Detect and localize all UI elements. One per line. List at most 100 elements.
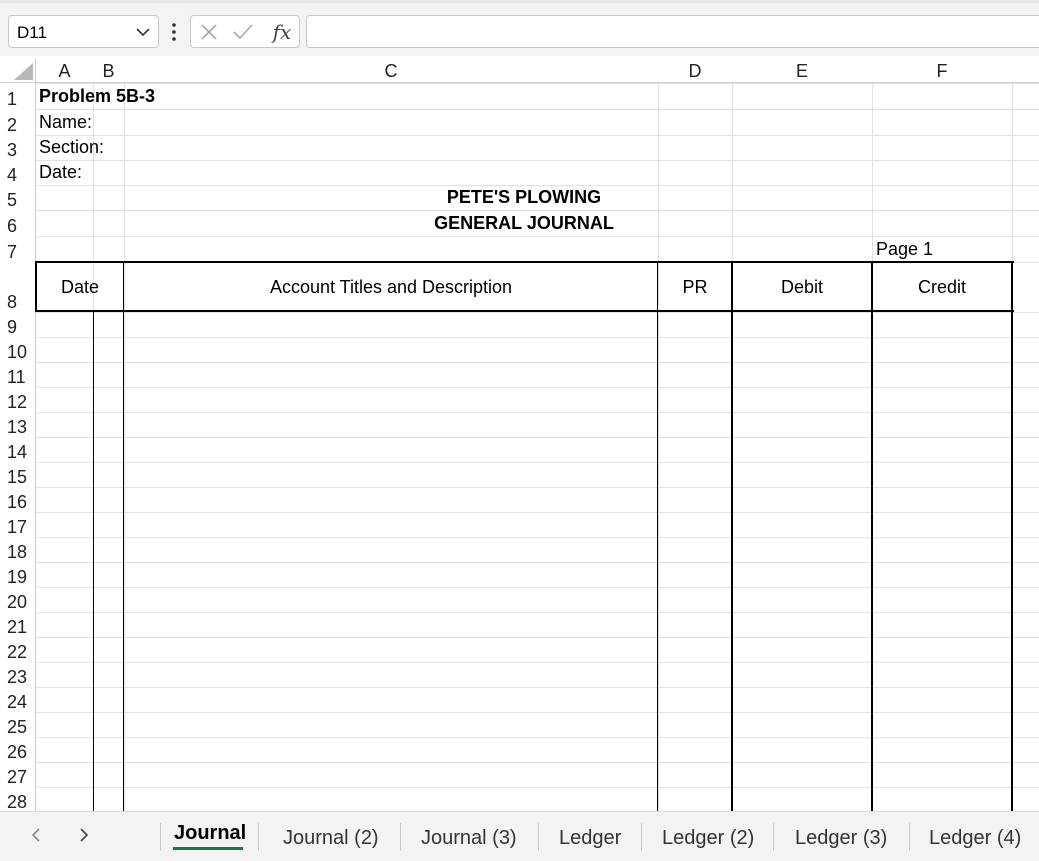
row-header[interactable]: 17	[0, 512, 36, 537]
column-header-a[interactable]: A	[36, 58, 93, 83]
row-header[interactable]: 19	[0, 562, 36, 587]
row-label: 25	[7, 717, 28, 737]
credit-column-border	[871, 261, 873, 811]
row-header[interactable]: 13	[0, 412, 36, 437]
tab-ledger[interactable]: Ledger	[559, 827, 621, 850]
page-number[interactable]: Page 1	[876, 239, 933, 260]
row-header[interactable]: 23	[0, 662, 36, 687]
journal-left-border	[35, 261, 37, 312]
row-label: 5	[7, 190, 18, 210]
row-header[interactable]: 1	[0, 83, 36, 109]
row-header[interactable]: 26	[0, 737, 36, 762]
date-label[interactable]: Date:	[39, 162, 82, 183]
row-label: 11	[7, 367, 26, 387]
tab-journal-3[interactable]: Journal (3)	[421, 827, 517, 850]
row-header[interactable]: 24	[0, 687, 36, 712]
row-header[interactable]: 7	[0, 236, 36, 262]
header-pr[interactable]: PR	[658, 277, 732, 298]
row-label: 21	[7, 617, 28, 637]
cell-gridlines	[36, 58, 1039, 813]
row-label: 28	[7, 792, 28, 812]
row-header[interactable]: 9	[0, 312, 36, 337]
active-tab-indicator	[173, 847, 243, 850]
row-header[interactable]: 2	[0, 109, 36, 135]
header-credit[interactable]: Credit	[872, 277, 1012, 298]
tab-ledger-4[interactable]: Ledger (4)	[929, 827, 1021, 850]
tab-ledger-2[interactable]: Ledger (2)	[662, 827, 754, 850]
row-header[interactable]: 12	[0, 387, 36, 412]
column-header-c[interactable]: C	[124, 58, 658, 83]
day-column-border	[93, 311, 94, 811]
row-label: 27	[7, 767, 28, 787]
column-header-g[interactable]	[1012, 58, 1039, 83]
row-label: 8	[7, 292, 18, 312]
row-header[interactable]: 11	[0, 362, 36, 387]
select-all-corner[interactable]	[0, 58, 36, 83]
row-label: 19	[7, 567, 28, 587]
column-label: F	[936, 61, 948, 81]
tab-journal[interactable]: Journal	[174, 822, 246, 845]
tab-ledger-3[interactable]: Ledger (3)	[795, 827, 887, 850]
header-debit[interactable]: Debit	[732, 277, 872, 298]
row-header[interactable]: 18	[0, 537, 36, 562]
column-header-b[interactable]: B	[93, 58, 124, 83]
pr-column-border	[657, 261, 658, 811]
row-label: 12	[7, 392, 28, 412]
journal-top-border	[36, 261, 1014, 263]
header-account-titles[interactable]: Account Titles and Description	[124, 277, 658, 298]
tab-separator	[258, 823, 259, 851]
row-label: 1	[7, 89, 18, 109]
name-label[interactable]: Name:	[39, 112, 92, 133]
row-label: 22	[7, 642, 28, 662]
select-all-triangle-icon	[14, 63, 33, 80]
row-label: 13	[7, 417, 28, 437]
row-header[interactable]: 16	[0, 487, 36, 512]
row-header[interactable]: 10	[0, 337, 36, 362]
sheet-title[interactable]: Problem 5B-3	[39, 86, 155, 107]
row-header[interactable]: 21	[0, 612, 36, 637]
column-label: E	[795, 61, 808, 81]
column-label: D	[688, 61, 702, 81]
row-label: 6	[7, 216, 18, 236]
row-header[interactable]: 22	[0, 637, 36, 662]
row-label: 9	[7, 317, 18, 337]
row-header[interactable]: 6	[0, 210, 36, 236]
tab-separator	[160, 823, 161, 851]
row-header[interactable]: 4	[0, 160, 36, 185]
column-label: B	[102, 61, 115, 81]
section-label[interactable]: Section:	[39, 137, 104, 158]
row-header[interactable]: 20	[0, 587, 36, 612]
scroll-tabs-right-icon[interactable]	[76, 827, 92, 843]
scroll-tabs-left-icon[interactable]	[28, 827, 44, 843]
journal-right-border	[1011, 261, 1013, 811]
row-label: 3	[7, 140, 18, 160]
column-header-f[interactable]: F	[872, 58, 1012, 83]
row-label: 2	[7, 115, 18, 135]
tab-separator	[400, 823, 401, 851]
tab-separator	[909, 823, 910, 851]
header-date[interactable]: Date	[36, 277, 124, 298]
row-header[interactable]: 25	[0, 712, 36, 737]
row-label: 20	[7, 592, 28, 612]
company-name[interactable]: PETE'S PLOWING	[36, 187, 1012, 208]
row-header[interactable]: 3	[0, 135, 36, 160]
row-label: 14	[7, 442, 28, 462]
column-label: C	[384, 61, 398, 81]
tab-separator	[773, 823, 774, 851]
debit-column-border	[731, 261, 733, 811]
row-header[interactable]: 15	[0, 462, 36, 487]
row-label: 26	[7, 742, 28, 762]
journal-title[interactable]: GENERAL JOURNAL	[36, 213, 1012, 234]
tab-journal-2[interactable]: Journal (2)	[283, 827, 379, 850]
row-label: 23	[7, 667, 28, 687]
row-label: 10	[7, 342, 28, 362]
row-header[interactable]: 28	[0, 787, 36, 812]
row-label: 17	[7, 517, 28, 537]
tab-separator	[641, 823, 642, 851]
row-header[interactable]: 27	[0, 762, 36, 787]
column-header-e[interactable]: E	[732, 58, 872, 83]
row-header[interactable]: 14	[0, 437, 36, 462]
row-header[interactable]: 8	[0, 262, 36, 312]
row-header[interactable]: 5	[0, 185, 36, 210]
column-header-d[interactable]: D	[658, 58, 732, 83]
